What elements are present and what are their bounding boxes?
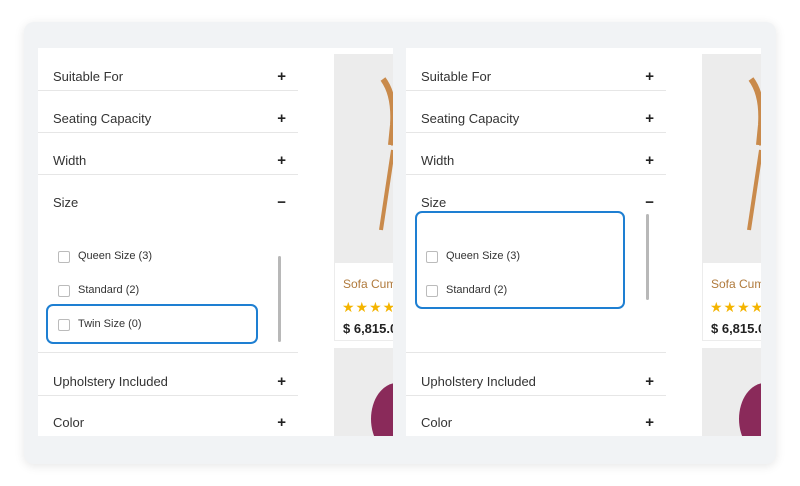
- highlight-box: [46, 304, 258, 344]
- filter-size[interactable]: Size −: [38, 174, 298, 216]
- product-card[interactable]: Sofa Cum Bed ★★★★★ $ 6,815.00: [702, 54, 761, 341]
- filter-sidebar: Suitable For + Seating Capacity + Width …: [406, 48, 666, 436]
- product-card[interactable]: [334, 348, 393, 436]
- chair-image: [747, 77, 761, 231]
- filter-seating-capacity[interactable]: Seating Capacity +: [38, 90, 298, 133]
- product-info: Sofa Cum Bed ★★★★★ $ 6,815.00: [703, 263, 761, 340]
- filter-size[interactable]: Size −: [406, 174, 666, 216]
- options-scrollbar[interactable]: [646, 214, 649, 300]
- options-scrollbar[interactable]: [278, 256, 281, 342]
- highlight-box: [415, 211, 625, 309]
- filter-panel-scrolled: Suitable For + Seating Capacity + Width …: [38, 48, 393, 436]
- product-name[interactable]: Sofa Cum Bed: [343, 277, 393, 291]
- filter-color[interactable]: Color +: [406, 394, 666, 436]
- product-image[interactable]: [703, 55, 761, 263]
- option-label: Standard (2): [78, 284, 140, 296]
- filter-label: Size: [53, 195, 79, 210]
- filter-width[interactable]: Width +: [406, 132, 666, 175]
- chair-image: [379, 77, 393, 231]
- filter-suitable-for[interactable]: Suitable For +: [406, 48, 666, 91]
- filter-suitable-for[interactable]: Suitable For +: [38, 48, 298, 91]
- option-label: Queen Size (3): [78, 250, 152, 262]
- filter-seating-capacity[interactable]: Seating Capacity +: [406, 90, 666, 133]
- filter-label: Color: [53, 415, 85, 430]
- plus-icon[interactable]: +: [645, 394, 654, 436]
- product-info: Sofa Cum Bed ★★★★★ $ 6,815.00: [335, 263, 393, 340]
- chair-image: [371, 383, 393, 436]
- filter-label: Color: [421, 415, 453, 430]
- filter-panel-collapsed: Suitable For + Seating Capacity + Width …: [406, 48, 761, 436]
- filter-color[interactable]: Color +: [38, 394, 298, 436]
- rating-stars: ★★★★★: [342, 299, 393, 315]
- product-price: $ 6,815.00: [711, 321, 761, 336]
- filter-width[interactable]: Width +: [38, 132, 298, 175]
- rating-stars: ★★★★★: [710, 299, 761, 315]
- product-image[interactable]: [335, 55, 393, 263]
- filter-upholstery-included[interactable]: Upholstery Included +: [38, 352, 298, 396]
- minus-icon[interactable]: −: [277, 174, 286, 232]
- product-price: $ 6,815.00: [343, 321, 393, 336]
- filter-upholstery-included[interactable]: Upholstery Included +: [406, 352, 666, 396]
- product-card[interactable]: Sofa Cum Bed ★★★★★ $ 6,815.00: [334, 54, 393, 341]
- checkbox[interactable]: [58, 285, 70, 297]
- chair-image: [739, 383, 761, 436]
- product-card[interactable]: [702, 348, 761, 436]
- product-name[interactable]: Sofa Cum Bed: [711, 277, 761, 291]
- plus-icon[interactable]: +: [277, 394, 286, 436]
- filter-sidebar: Suitable For + Seating Capacity + Width …: [38, 48, 298, 436]
- checkbox[interactable]: [58, 251, 70, 263]
